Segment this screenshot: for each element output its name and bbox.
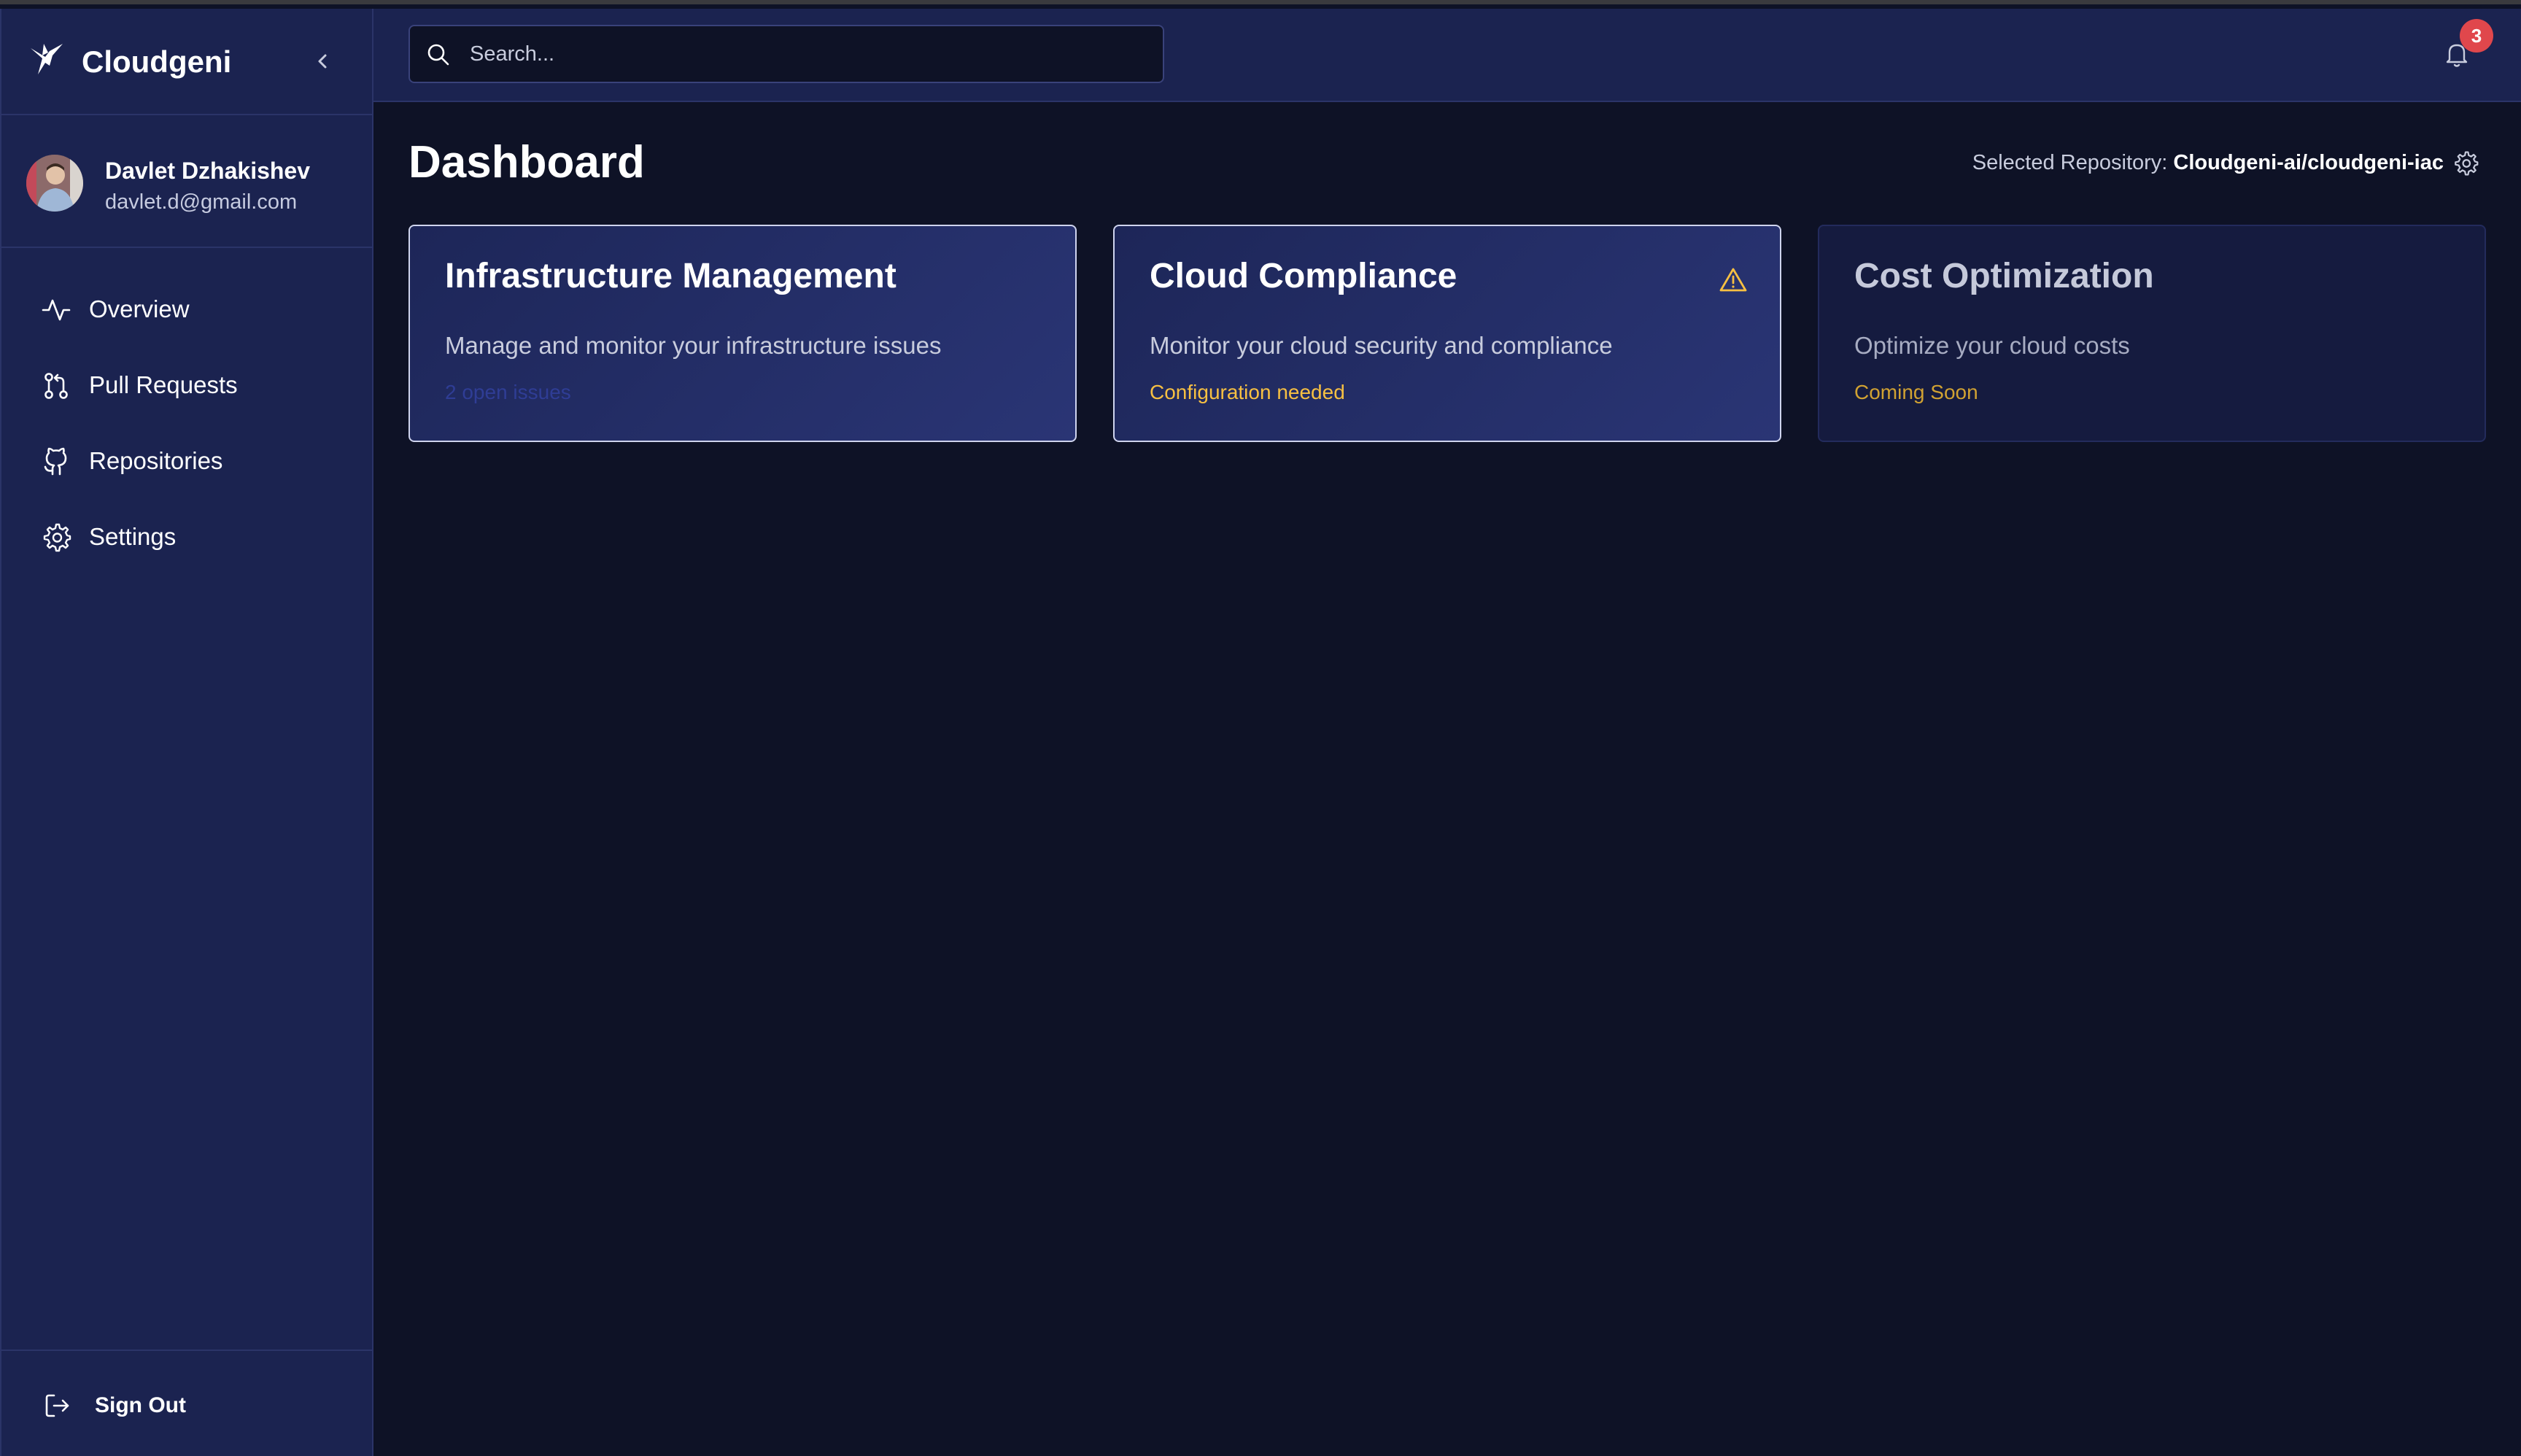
repository-value[interactable]: Cloudgeni-ai/cloudgeni-iac bbox=[2173, 151, 2444, 174]
sidebar-item-label: Overview bbox=[89, 295, 190, 322]
main-content: Dashboard Selected Repository: Cloudgeni… bbox=[373, 104, 2521, 1456]
sidebar-item-pull-requests[interactable]: Pull Requests bbox=[1, 347, 373, 423]
card-title: Cost Optimization bbox=[1854, 257, 2154, 295]
repository-label: Selected Repository: bbox=[1972, 151, 2168, 174]
card-status: 2 open issues bbox=[445, 381, 571, 403]
sidebar-item-repositories[interactable]: Repositories bbox=[1, 423, 373, 499]
card-infrastructure-management[interactable]: Infrastructure Management Manage and mon… bbox=[408, 225, 1077, 442]
card-description: Optimize your cloud costs bbox=[1854, 332, 2130, 359]
chevron-left-icon[interactable] bbox=[308, 47, 337, 76]
page-title: Dashboard bbox=[408, 137, 645, 187]
log-out-icon bbox=[45, 1394, 69, 1417]
github-icon bbox=[44, 447, 67, 476]
search-box bbox=[408, 25, 1164, 83]
card-title: Cloud Compliance bbox=[1150, 257, 1457, 295]
sidebar: Cloudgeni Davlet Dzhakishev davlet.d@gma… bbox=[0, 9, 373, 1456]
app-window: Cloudgeni Davlet Dzhakishev davlet.d@gma… bbox=[0, 0, 2521, 1456]
notification-badge[interactable]: 3 bbox=[2460, 19, 2493, 53]
user-profile: Davlet Dzhakishev davlet.d@gmail.com bbox=[1, 117, 373, 248]
sidebar-item-label: Pull Requests bbox=[89, 371, 238, 398]
user-name: Davlet Dzhakishev bbox=[105, 158, 311, 184]
warning-icon bbox=[1719, 268, 1747, 292]
top-bar: 3 bbox=[373, 9, 2521, 102]
card-status: Coming Soon bbox=[1854, 381, 1978, 403]
user-email: davlet.d@gmail.com bbox=[105, 190, 298, 214]
sidebar-item-label: Repositories bbox=[89, 447, 223, 474]
selected-repository: Selected Repository: Cloudgeni-ai/cloudg… bbox=[1972, 149, 2444, 177]
card-description: Manage and monitor your infrastructure i… bbox=[445, 332, 942, 359]
sidebar-item-overview[interactable]: Overview bbox=[1, 271, 373, 347]
sidebar-nav: Overview Pull Requests Repositories Sett… bbox=[1, 271, 373, 575]
sidebar-item-settings[interactable]: Settings bbox=[1, 499, 373, 575]
activity-icon bbox=[42, 299, 71, 321]
gear-icon bbox=[43, 523, 71, 552]
brand-header: Cloudgeni bbox=[1, 9, 373, 115]
card-description: Monitor your cloud security and complian… bbox=[1150, 332, 1613, 359]
search-input[interactable] bbox=[468, 26, 1154, 82]
app-name: Cloudgeni bbox=[82, 44, 232, 79]
git-pull-request-icon bbox=[44, 373, 68, 399]
avatar[interactable] bbox=[26, 155, 83, 212]
sign-out-button[interactable]: Sign Out bbox=[1, 1349, 373, 1456]
repository-settings-gear-icon[interactable] bbox=[2452, 150, 2479, 177]
card-cost-optimization: Cost Optimization Optimize your cloud co… bbox=[1818, 225, 2486, 442]
card-title: Infrastructure Management bbox=[445, 257, 897, 295]
search-icon bbox=[427, 44, 449, 66]
card-cloud-compliance[interactable]: Cloud Compliance Monitor your cloud secu… bbox=[1113, 225, 1781, 442]
cloudgeni-logo-icon bbox=[31, 44, 63, 74]
sign-out-label: Sign Out bbox=[95, 1393, 186, 1417]
card-status: Configuration needed bbox=[1150, 381, 1345, 403]
avatar-image bbox=[26, 155, 83, 212]
sidebar-item-label: Settings bbox=[89, 523, 177, 550]
